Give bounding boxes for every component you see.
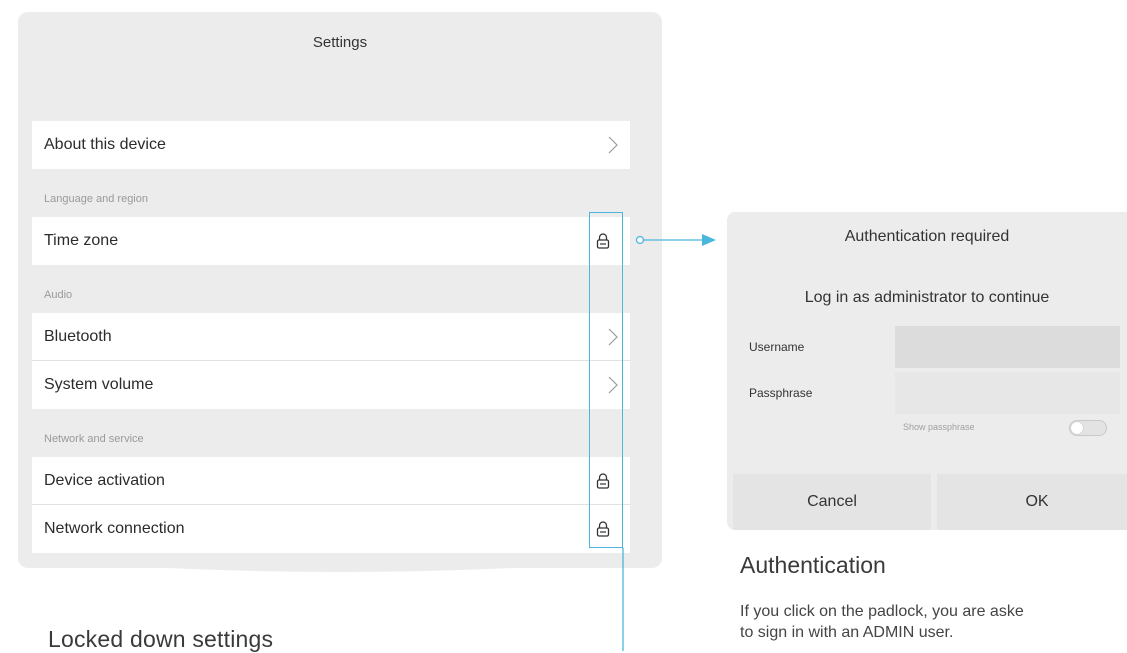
username-input[interactable]	[895, 326, 1120, 368]
panel-bottom-curve	[18, 556, 662, 572]
row-bluetooth[interactable]: Bluetooth	[32, 313, 630, 361]
toggle-knob	[1071, 422, 1083, 434]
settings-title: Settings	[312, 34, 368, 51]
group-label-network: Network and service	[44, 433, 144, 445]
chevron-right-icon	[606, 135, 620, 155]
passphrase-label: Passphrase	[749, 386, 813, 400]
group-label-language: Language and region	[44, 193, 148, 205]
row-label: About this device	[44, 136, 166, 153]
show-passphrase-label: Show passphrase	[903, 422, 975, 432]
row-about-device[interactable]: About this device	[32, 121, 630, 169]
auth-dialog: Authentication required Log in as admini…	[727, 212, 1127, 530]
show-passphrase-toggle[interactable]	[1069, 420, 1107, 436]
auth-description: If you click on the padlock, you are ask…	[740, 601, 1127, 643]
padlock-highlight-box	[589, 212, 623, 548]
auth-heading: Authentication	[740, 552, 886, 578]
row-label: Network connection	[44, 520, 185, 537]
row-device-activation[interactable]: Device activation	[32, 457, 630, 505]
row-system-volume[interactable]: System volume	[32, 361, 630, 409]
row-label: System volume	[44, 376, 154, 393]
row-time-zone[interactable]: Time zone	[32, 217, 630, 265]
username-label: Username	[749, 340, 805, 354]
group-label-audio: Audio	[44, 289, 73, 301]
row-label: Time zone	[44, 232, 119, 249]
ok-button[interactable]: OK	[937, 474, 1127, 530]
caption-locked-settings: Locked down settings	[48, 626, 274, 652]
auth-dialog-subtitle: Log in as administrator to continue	[804, 289, 1050, 306]
auth-dialog-title: Authentication required	[844, 228, 1010, 245]
passphrase-input[interactable]	[895, 372, 1120, 414]
arrowhead-icon	[702, 234, 716, 246]
row-label: Bluetooth	[44, 327, 112, 345]
cancel-button[interactable]: Cancel	[733, 474, 931, 530]
auth-description-line-1: If you click on the padlock, you are ask…	[740, 603, 1024, 620]
row-network-connection[interactable]: Network connection	[32, 505, 630, 553]
auth-description-line-2: to sign in with an ADMIN user.	[740, 624, 954, 641]
row-label: Device activation	[44, 471, 165, 489]
